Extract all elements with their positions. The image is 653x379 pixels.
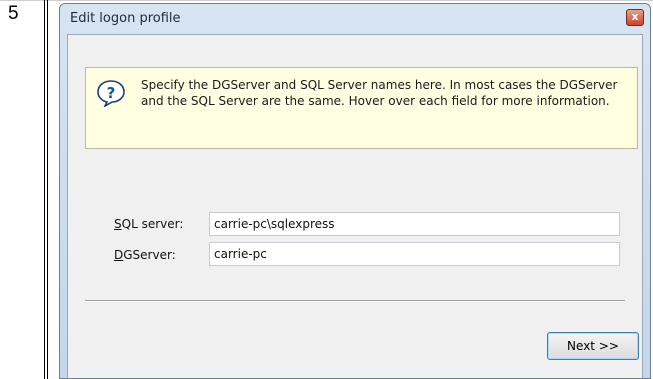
step-number: 5 (8, 3, 19, 24)
dg-server-label: DGServer: (114, 248, 176, 262)
table-column-divider (47, 0, 48, 379)
dialog-window: Edit logon profile x ? Specify the DGSer… (59, 3, 651, 379)
next-button[interactable]: Next >> (547, 332, 639, 360)
sql-server-label: SQL server: (114, 217, 184, 231)
table-top-border (0, 0, 653, 1)
table-column-divider (44, 0, 45, 379)
info-panel: ? Specify the DGServer and SQL Server na… (85, 67, 638, 149)
svg-text:?: ? (107, 84, 116, 102)
close-icon: x (631, 10, 639, 23)
dialog-content: ? Specify the DGServer and SQL Server na… (67, 34, 643, 378)
title-bar[interactable]: Edit logon profile x (60, 4, 650, 34)
window-title: Edit logon profile (70, 11, 181, 26)
dg-server-input[interactable] (209, 242, 620, 266)
sql-server-input[interactable] (209, 212, 620, 236)
close-button[interactable]: x (626, 9, 644, 26)
separator (85, 300, 625, 302)
question-help-icon: ? (97, 80, 125, 107)
info-text: Specify the DGServer and SQL Server name… (141, 78, 618, 108)
